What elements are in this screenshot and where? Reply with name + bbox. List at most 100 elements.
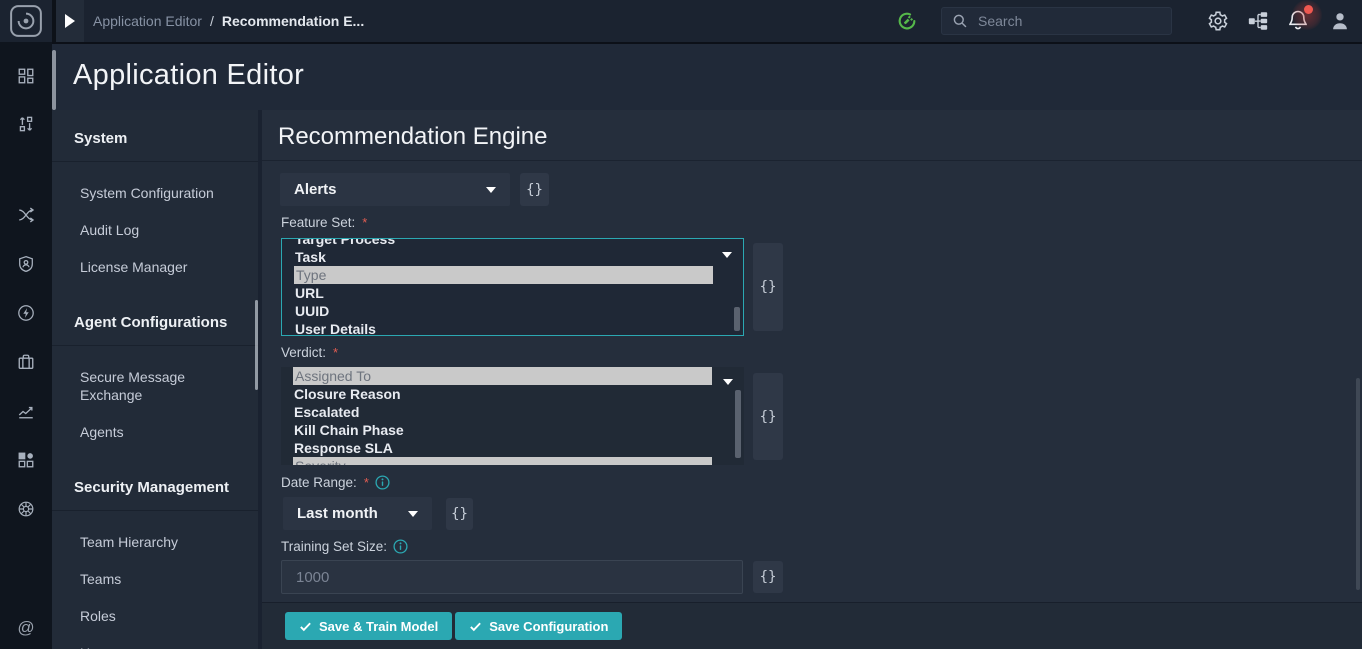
page-header: Application Editor <box>52 42 1362 110</box>
notification-badge <box>1304 5 1313 14</box>
main-scrollbar-thumb[interactable] <box>1356 378 1360 590</box>
settings-button[interactable] <box>1207 10 1229 32</box>
notifications-button[interactable] <box>1286 7 1314 35</box>
training-set-size-input[interactable] <box>281 560 743 594</box>
rail-briefcase-button[interactable] <box>0 345 52 379</box>
import-export-icon <box>17 115 35 133</box>
shield-user-icon <box>17 255 35 273</box>
rail-reports-button[interactable] <box>0 394 52 428</box>
feature-set-option[interactable]: URL <box>282 284 743 302</box>
date-range-label: Date Range:* <box>281 475 390 490</box>
breadcrumb: Application Editor / Recommendation E... <box>93 0 364 42</box>
top-navbar: Application Editor / Recommendation E... <box>0 0 1362 42</box>
connection-status-icon[interactable] <box>896 10 918 32</box>
icon-rail: @ <box>0 42 52 649</box>
sidebar-divider <box>52 345 258 346</box>
panel-divider <box>262 160 1362 161</box>
chevron-down-icon <box>408 511 418 517</box>
verdict-option-selected[interactable]: Severity <box>293 457 712 465</box>
at-sign-icon: @ <box>17 618 34 638</box>
listbox-scrollbar-thumb[interactable] <box>734 307 740 331</box>
rail-shield-user-button[interactable] <box>0 247 52 281</box>
date-range-select[interactable]: Last month <box>283 497 432 530</box>
info-icon[interactable] <box>375 475 390 490</box>
user-menu-button[interactable] <box>1329 10 1351 32</box>
sidebar-item-roles[interactable]: Roles <box>80 607 232 625</box>
sidebar-item-license-manager[interactable]: License Manager <box>80 258 232 276</box>
chevron-down-icon <box>486 187 496 193</box>
dashboard-icon <box>17 67 35 85</box>
verdict-json-button[interactable]: {} <box>753 373 783 460</box>
verdict-option[interactable]: Escalated <box>281 403 744 421</box>
sidebar-item-team-hierarchy[interactable]: Team Hierarchy <box>80 533 232 551</box>
date-range-json-button[interactable]: {} <box>446 498 473 530</box>
shuffle-icon <box>17 206 35 224</box>
verdict-listbox[interactable]: Assigned To Closure Reason Escalated Kil… <box>281 367 744 465</box>
chevron-down-icon <box>722 252 732 258</box>
logo-icon <box>9 4 43 38</box>
breadcrumb-parent[interactable]: Application Editor <box>93 13 202 29</box>
feature-set-option[interactable]: Target Process <box>282 238 743 248</box>
feature-set-option[interactable]: Task <box>282 248 743 266</box>
feature-set-label: Feature Set:* <box>281 215 367 230</box>
save-configuration-button[interactable]: Save Configuration <box>455 612 622 640</box>
module-select-value: Alerts <box>294 181 337 198</box>
sidebar-item-teams[interactable]: Teams <box>80 570 232 588</box>
required-marker: * <box>364 475 369 490</box>
search-icon <box>952 13 968 29</box>
sidebar-section-system: System <box>74 130 236 148</box>
rail-mentions-button[interactable]: @ <box>0 611 52 645</box>
save-configuration-label: Save Configuration <box>489 619 608 634</box>
form-footer: Save & Train Model Save Configuration <box>262 602 1362 649</box>
settings-sidebar: System System Configuration Audit Log Li… <box>52 110 258 649</box>
verdict-option[interactable]: Kill Chain Phase <box>281 421 744 439</box>
rail-shuffle-button[interactable] <box>0 198 52 232</box>
sidebar-item-system-configuration[interactable]: System Configuration <box>80 184 232 202</box>
training-set-size-label-text: Training Set Size: <box>281 539 387 554</box>
save-train-model-button[interactable]: Save & Train Model <box>285 612 452 640</box>
app-logo[interactable] <box>9 4 43 38</box>
verdict-option-selected[interactable]: Assigned To <box>293 367 712 385</box>
rail-import-export-button[interactable] <box>0 107 52 141</box>
rail-automation-button[interactable] <box>0 296 52 330</box>
breadcrumb-current: Recommendation E... <box>222 13 364 29</box>
training-set-size-json-button[interactable]: {} <box>753 561 783 593</box>
check-icon <box>299 620 312 633</box>
feature-set-listbox[interactable]: Target Process Task Type URL UUID User D… <box>281 238 744 336</box>
sitemap-icon <box>1247 10 1269 32</box>
search-input[interactable] <box>978 13 1138 29</box>
date-range-value: Last month <box>297 505 378 522</box>
verdict-option[interactable]: Response SLA <box>281 439 744 457</box>
play-icon <box>65 14 75 28</box>
sidebar-item-audit-log[interactable]: Audit Log <box>80 221 232 239</box>
module-select[interactable]: Alerts <box>280 173 510 206</box>
verdict-label: Verdict:* <box>281 345 338 360</box>
verdict-option[interactable]: Closure Reason <box>281 385 744 403</box>
listbox-scrollbar-thumb[interactable] <box>735 390 741 458</box>
user-icon <box>1329 10 1351 32</box>
feature-set-option-selected[interactable]: Type <box>294 266 713 284</box>
sidebar-divider <box>52 510 258 511</box>
gear-icon <box>1207 10 1229 32</box>
feature-set-option[interactable]: UUID <box>282 302 743 320</box>
rail-dashboard-button[interactable] <box>0 59 52 93</box>
integrations-button[interactable] <box>1247 10 1269 32</box>
content-scrollbar-thumb[interactable] <box>52 50 56 110</box>
rail-widgets-button[interactable] <box>0 443 52 477</box>
feature-set-label-text: Feature Set: <box>281 215 355 230</box>
feature-set-json-button[interactable]: {} <box>753 243 783 331</box>
feature-set-option[interactable]: User Details <box>282 320 743 336</box>
module-json-button[interactable]: {} <box>520 173 549 206</box>
sidebar-expand-button[interactable] <box>56 0 84 42</box>
line-chart-icon <box>17 402 35 420</box>
sidebar-item-users[interactable]: Users <box>80 644 232 649</box>
sidebar-item-secure-message-exchange[interactable]: Secure Message Exchange <box>80 368 232 404</box>
application-window: Application Editor / Recommendation E... <box>0 0 1362 649</box>
sidebar-section-security-management: Security Management <box>74 479 236 497</box>
global-search <box>941 7 1172 35</box>
recommendation-engine-panel: Recommendation Engine Alerts {} Feature … <box>262 110 1362 649</box>
sidebar-item-agents[interactable]: Agents <box>80 423 232 441</box>
breadcrumb-separator: / <box>210 13 214 29</box>
info-icon[interactable] <box>393 539 408 554</box>
rail-web-button[interactable] <box>0 492 52 526</box>
